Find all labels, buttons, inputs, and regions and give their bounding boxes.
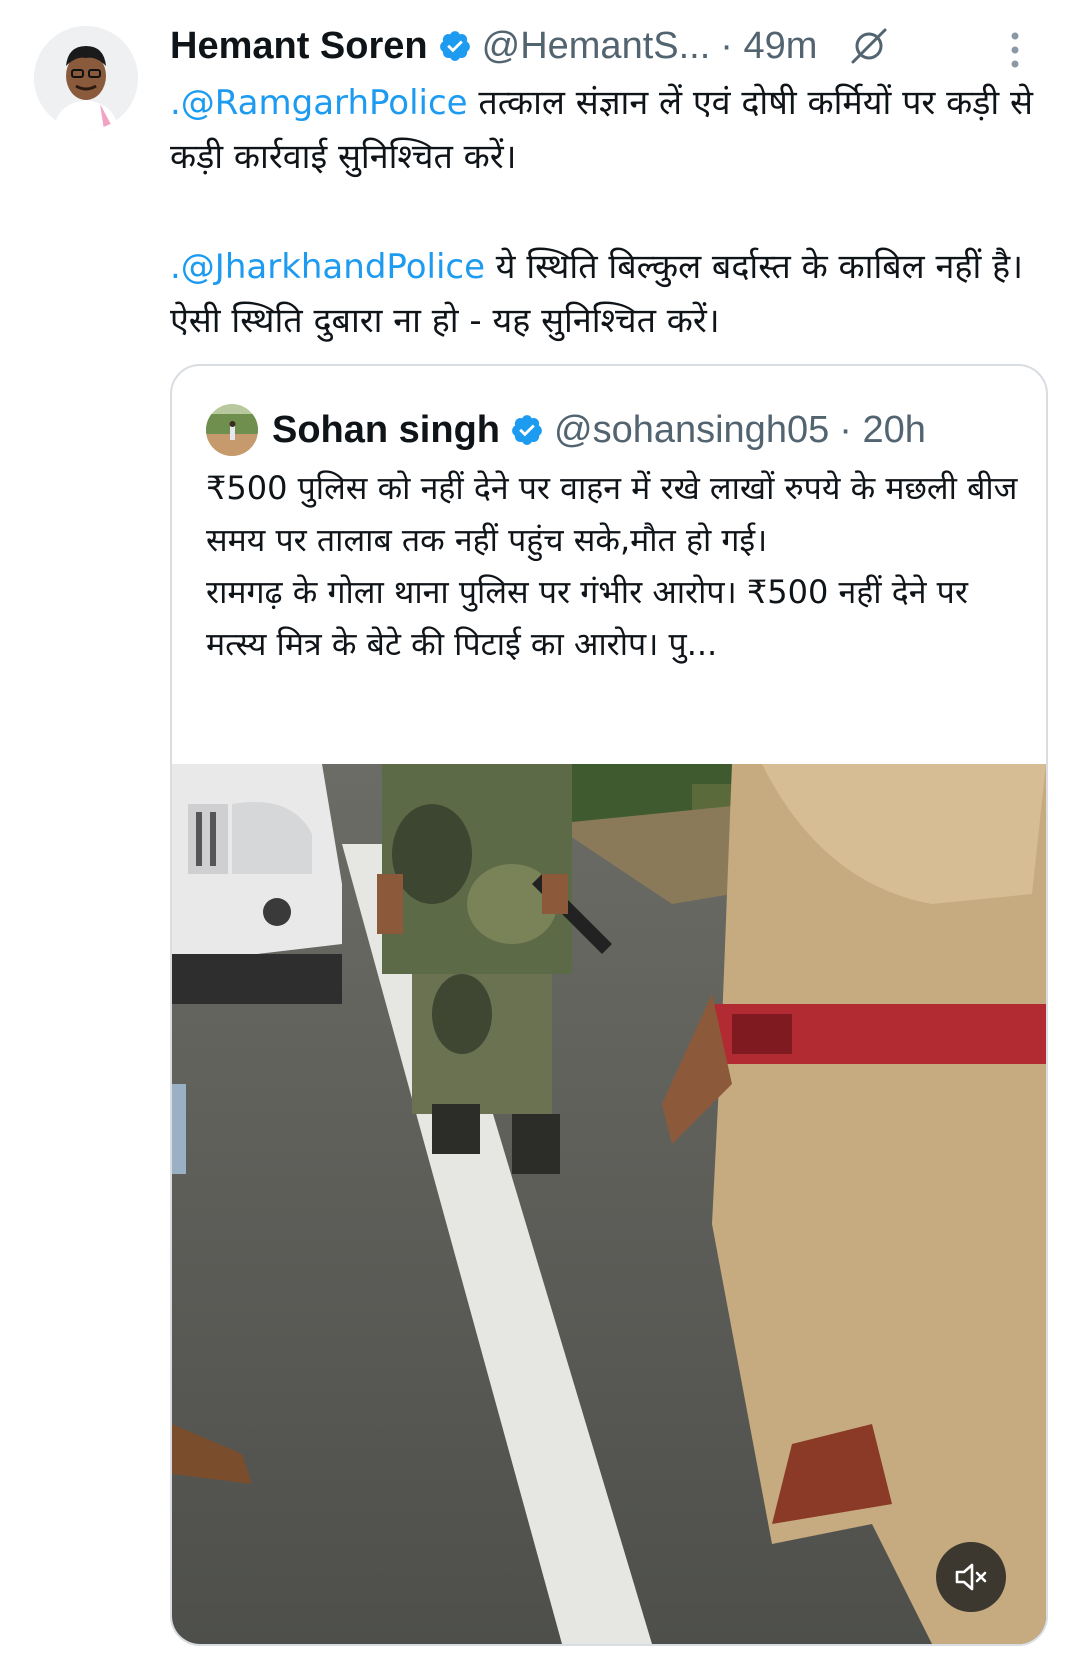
quoted-paragraph-1: ₹500 पुलिस को नहीं देने पर वाहन में रखे … — [206, 469, 1018, 559]
video-frame — [172, 764, 1046, 1644]
more-vertical-icon[interactable] — [1008, 30, 1022, 70]
quoted-tweet-header: Sohan singh @sohansingh05 · 20h — [272, 400, 926, 460]
quoted-tweet-body: ₹500 पुलिस को नहीं देने पर वाहन में रखे … — [206, 462, 1026, 670]
tweet-body: .@RamgarhPolice तत्काल संज्ञान लें एवं द… — [170, 76, 1050, 348]
video-player[interactable] — [172, 764, 1046, 1644]
tweet-timestamp[interactable]: · 49m — [720, 25, 817, 68]
mention-link[interactable]: .@JharkhandPolice — [170, 247, 485, 287]
avatar-image — [34, 26, 138, 130]
quoted-author-handle[interactable]: @sohansingh05 — [554, 409, 829, 452]
quoted-tweet-timestamp[interactable]: · 20h — [839, 409, 926, 452]
mute-toggle-button[interactable] — [936, 1542, 1006, 1612]
quoted-author-avatar[interactable] — [206, 404, 258, 456]
grok-icon[interactable] — [847, 24, 891, 68]
tweet-header: Hemant Soren @HemantS... · 49m — [170, 20, 1050, 72]
verified-badge-icon — [512, 415, 542, 445]
author-handle[interactable]: @HemantS... — [482, 25, 711, 68]
quoted-paragraph-2: रामगढ़ के गोला थाना पुलिस पर गंभीर आरोप।… — [206, 573, 968, 663]
author-avatar[interactable] — [34, 26, 138, 130]
tweet-paragraph-2: .@JharkhandPolice ये स्थिति बिल्कुल बर्द… — [170, 240, 1050, 348]
mention-link[interactable]: .@RamgarhPolice — [170, 83, 468, 123]
quoted-author-name[interactable]: Sohan singh — [272, 409, 500, 452]
verified-badge-icon — [439, 31, 470, 61]
author-name[interactable]: Hemant Soren — [170, 25, 428, 68]
tweet-paragraph-1: .@RamgarhPolice तत्काल संज्ञान लें एवं द… — [170, 76, 1050, 184]
quoted-tweet-card[interactable]: Sohan singh @sohansingh05 · 20h ₹500 पुल… — [170, 364, 1048, 1646]
avatar-image — [206, 404, 258, 456]
speaker-muted-icon — [955, 1563, 987, 1591]
